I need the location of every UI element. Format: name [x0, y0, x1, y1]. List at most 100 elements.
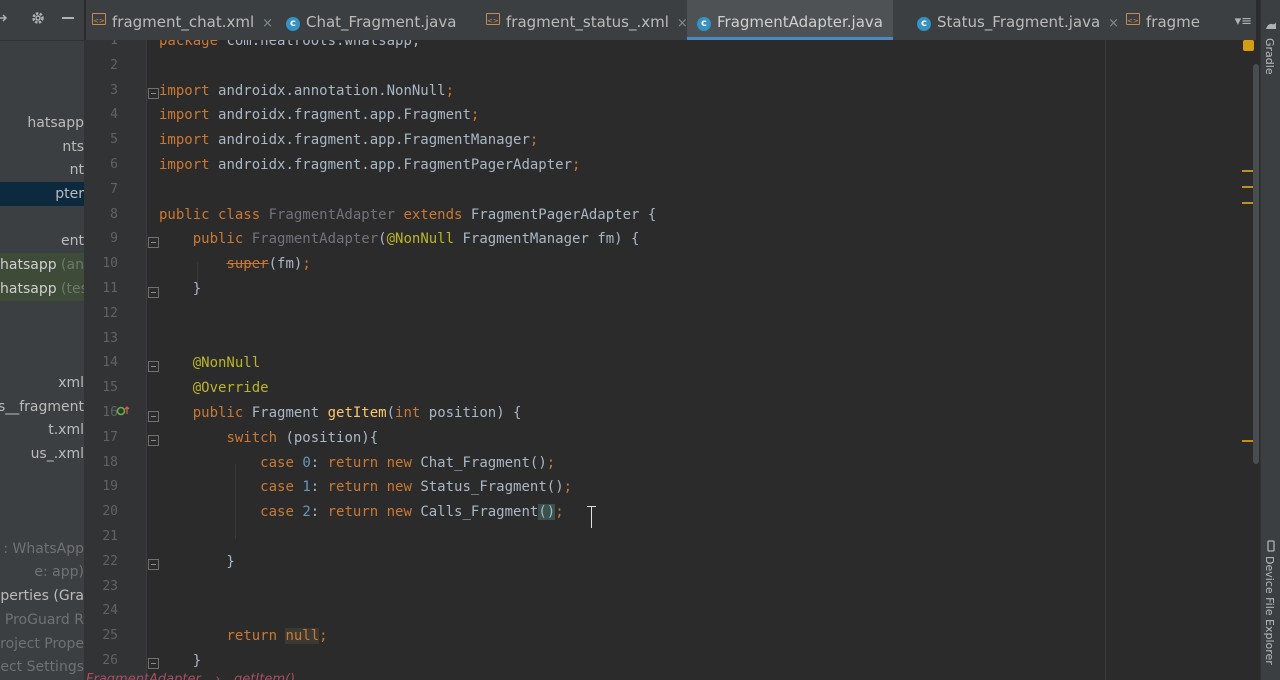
package-name: com.neatroots.whatsapp;	[226, 40, 421, 49]
line-number: 5	[110, 132, 118, 148]
line-number: 8	[110, 206, 118, 222]
collapse-icon[interactable]	[0, 10, 8, 31]
line-number: 14	[102, 355, 118, 371]
project-tree-item-label: s__fragment	[0, 399, 84, 415]
warning-indicator-icon[interactable]	[1243, 40, 1254, 51]
line-number: 4	[110, 107, 118, 123]
gradle-tool-button[interactable]: Gradle	[1263, 38, 1276, 75]
tab-fragme[interactable]: fragme	[1126, 0, 1200, 40]
project-tree-item[interactable]: ject Settings	[0, 655, 84, 679]
project-tree-item-label: us_.xml	[30, 446, 84, 462]
fold-marker[interactable]	[148, 361, 159, 372]
project-tree-item-label: roject Prope	[0, 636, 84, 652]
breadcrumb: FragmentAdapter › getItem()	[86, 666, 1105, 680]
line-number: 13	[102, 330, 118, 346]
project-tree-item-label: t.xml	[48, 422, 84, 438]
device-file-explorer-tool-button[interactable]: Device File Explorer	[1263, 556, 1276, 665]
minus-icon[interactable]	[60, 10, 76, 31]
project-tree-item[interactable]: xml	[0, 371, 84, 395]
fold-marker[interactable]	[148, 237, 159, 248]
line-number: 18	[102, 454, 118, 470]
tab-fragmentadapter-java[interactable]: c FragmentAdapter.java	[687, 0, 893, 40]
fold-marker[interactable]	[148, 411, 159, 422]
close-icon[interactable]: ×	[1108, 16, 1119, 31]
tab-fragment-status-xml[interactable]: fragment_status_.xml×	[486, 0, 688, 40]
project-tree-item[interactable]: roject Prope	[0, 632, 84, 656]
code-line-3: import androidx.annotation.NonNull;	[159, 82, 455, 99]
project-tree-item-selected[interactable]: pter	[0, 182, 84, 206]
breadcrumb-item[interactable]: FragmentAdapter	[86, 672, 201, 680]
code-line-11: }	[159, 281, 202, 297]
line-number: 19	[102, 479, 118, 495]
tab-fragment-chat-xml[interactable]: fragment_chat.xml ×	[92, 0, 273, 40]
code-line-15: @Override	[192, 380, 269, 397]
code-line-4: import androidx.fragment.app.Fragment;	[159, 107, 480, 124]
gear-icon[interactable]	[30, 10, 46, 31]
project-tree-item[interactable]: nt	[0, 158, 84, 182]
import-path: androidx.fragment.app.FragmentPagerAdapt…	[218, 157, 573, 173]
fold-marker[interactable]	[148, 559, 159, 570]
project-tree-item[interactable]: us_.xml	[0, 442, 84, 466]
tab-label: fragment_chat.xml	[112, 13, 255, 31]
project-tree-item[interactable]: perties (Gra	[0, 584, 84, 608]
fold-marker[interactable]	[148, 287, 159, 298]
line-number: 12	[102, 305, 118, 321]
project-panel: hatsapp nts nt pter ent hatsapp (an hats…	[0, 0, 84, 680]
code-line-18: case 0: return new Chat_Fragment();	[260, 454, 556, 471]
device-icon[interactable]	[1265, 540, 1277, 552]
breadcrumb-separator: ›	[214, 672, 221, 680]
line-number: 23	[102, 578, 118, 594]
tab-status-fragment-java[interactable]: c Status_Fragment.java ×	[917, 0, 1119, 40]
xml-file-icon	[486, 12, 500, 26]
project-tree-item-label: : WhatsApp	[3, 541, 84, 557]
project-tree-item-label: xml	[58, 375, 84, 391]
code-line-17: switch (position){	[226, 429, 379, 446]
project-tree-item-label: pter	[55, 186, 84, 202]
line-number: 25	[102, 628, 118, 644]
project-tree-item[interactable]: hatsapp (an	[0, 253, 84, 277]
class-icon: c	[697, 17, 711, 31]
gutter-separator	[146, 40, 147, 680]
line-number: 3	[110, 82, 118, 98]
project-tree-item-label: hatsapp	[0, 257, 57, 273]
tab-overflow-menu[interactable]: ▾≡	[1235, 0, 1252, 40]
close-icon[interactable]: ×	[262, 16, 273, 31]
right-tool-strip: Gradle Device File Explorer	[1260, 0, 1280, 680]
project-tree-item[interactable]: hatsapp	[0, 111, 84, 135]
project-tree-item[interactable]: s__fragment	[0, 395, 84, 419]
import-path: androidx.annotation.NonNull	[218, 82, 446, 99]
import-path: androidx.fragment.app.FragmentManager	[218, 132, 530, 149]
project-tree-item-label: hatsapp	[27, 115, 84, 131]
editor-tab-bar: fragment_chat.xml × c Chat_Fragment.java f…	[86, 0, 1256, 41]
project-tree-item[interactable]: : WhatsApp	[0, 537, 84, 561]
breadcrumb-item[interactable]: getItem()	[234, 672, 295, 680]
project-tree-item[interactable]: e: app)	[0, 560, 84, 584]
text-cursor	[587, 506, 596, 528]
gradle-icon[interactable]	[1265, 20, 1277, 32]
line-number: 1	[110, 40, 118, 48]
line-number: 7	[110, 181, 118, 197]
project-tree-item-label: nts	[62, 139, 84, 155]
line-number: 24	[102, 603, 118, 619]
line-number: 20	[102, 504, 118, 520]
code-editor[interactable]: 1 2 3 4 5 6 7 8 9 10 11 12 13 14 15 16 17 18 19 20 21 22 23 24 2…	[86, 40, 1256, 680]
tab-label: fragme	[1146, 13, 1201, 31]
tab-label: Status_Fragment.java	[937, 13, 1101, 31]
project-tree-item[interactable]: t.xml	[0, 418, 84, 442]
class-name: FragmentAdapter	[268, 206, 396, 223]
project-tree-item[interactable]: nts	[0, 135, 84, 159]
code-line-5: import androidx.fragment.app.FragmentMan…	[159, 132, 539, 149]
code-line-8: public class FragmentAdapter extends Fra…	[159, 206, 657, 223]
project-tree-item-label: ject Settings	[0, 659, 84, 675]
override-method-icon[interactable]	[116, 402, 130, 427]
project-tree-item-label: e: app)	[34, 564, 84, 580]
tab-chat-fragment-java[interactable]: c Chat_Fragment.java	[286, 0, 456, 40]
fold-marker[interactable]	[148, 435, 159, 446]
code-line-22: }	[159, 553, 235, 570]
project-tree-item[interactable]: hatsapp (tes	[0, 277, 84, 301]
scrollbar-thumb[interactable]	[1253, 64, 1259, 464]
code-line-20: case 2: return new Calls_Fragment();	[260, 504, 564, 521]
fold-marker[interactable]	[148, 88, 159, 99]
project-tree-item[interactable]: ent	[0, 229, 84, 253]
project-tree-item[interactable]: ProGuard R	[0, 608, 84, 632]
